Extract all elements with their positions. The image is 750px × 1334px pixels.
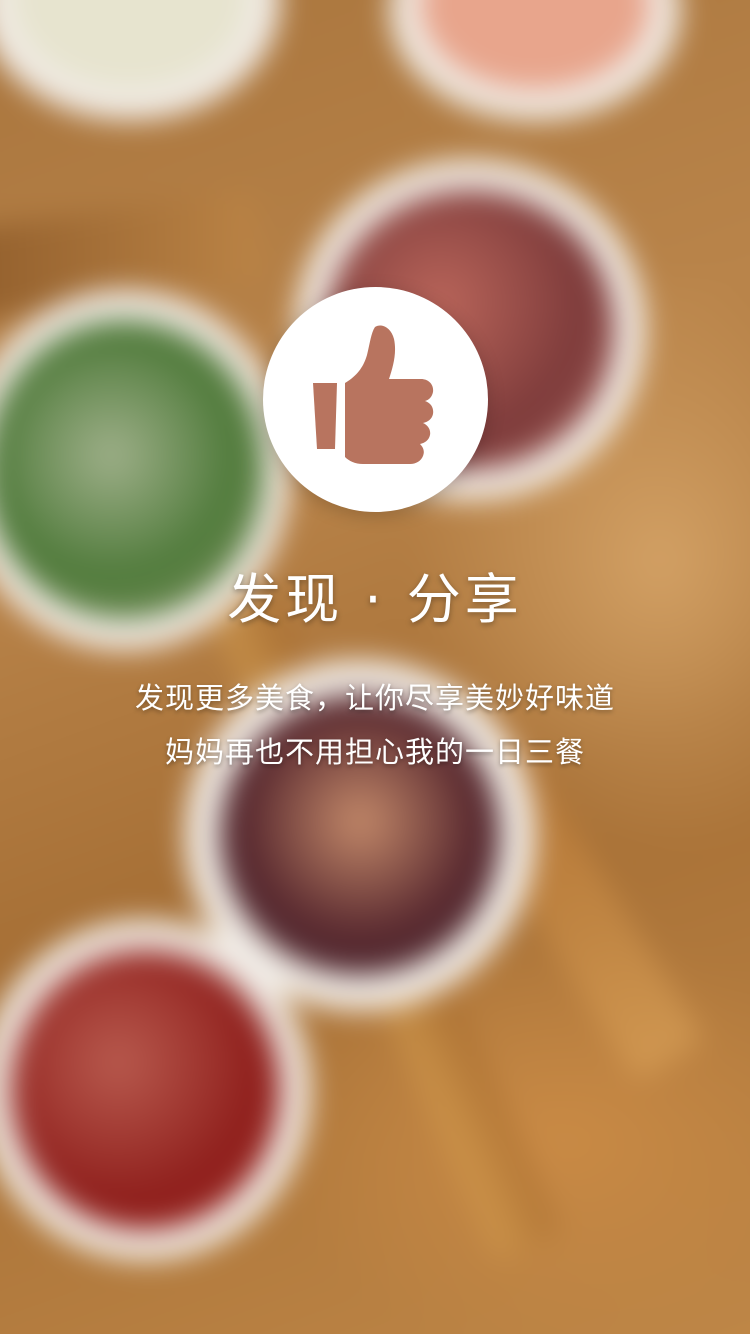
tagline-line-1: 发现更多美食，让你尽享美妙好味道 [134, 681, 615, 715]
splash-screen: 发现 · 分享 发现更多美食，让你尽享美妙好味道 妈妈再也不用担心我的一日三餐 [0, 0, 750, 1334]
splash-title: 发现 · 分享 [227, 568, 523, 631]
thumbs-up-icon [313, 325, 434, 464]
tagline-line-2: 妈妈再也不用担心我的一日三餐 [164, 735, 585, 769]
background-food-photo [0, 0, 750, 1334]
thumbs-up-badge [263, 287, 488, 512]
